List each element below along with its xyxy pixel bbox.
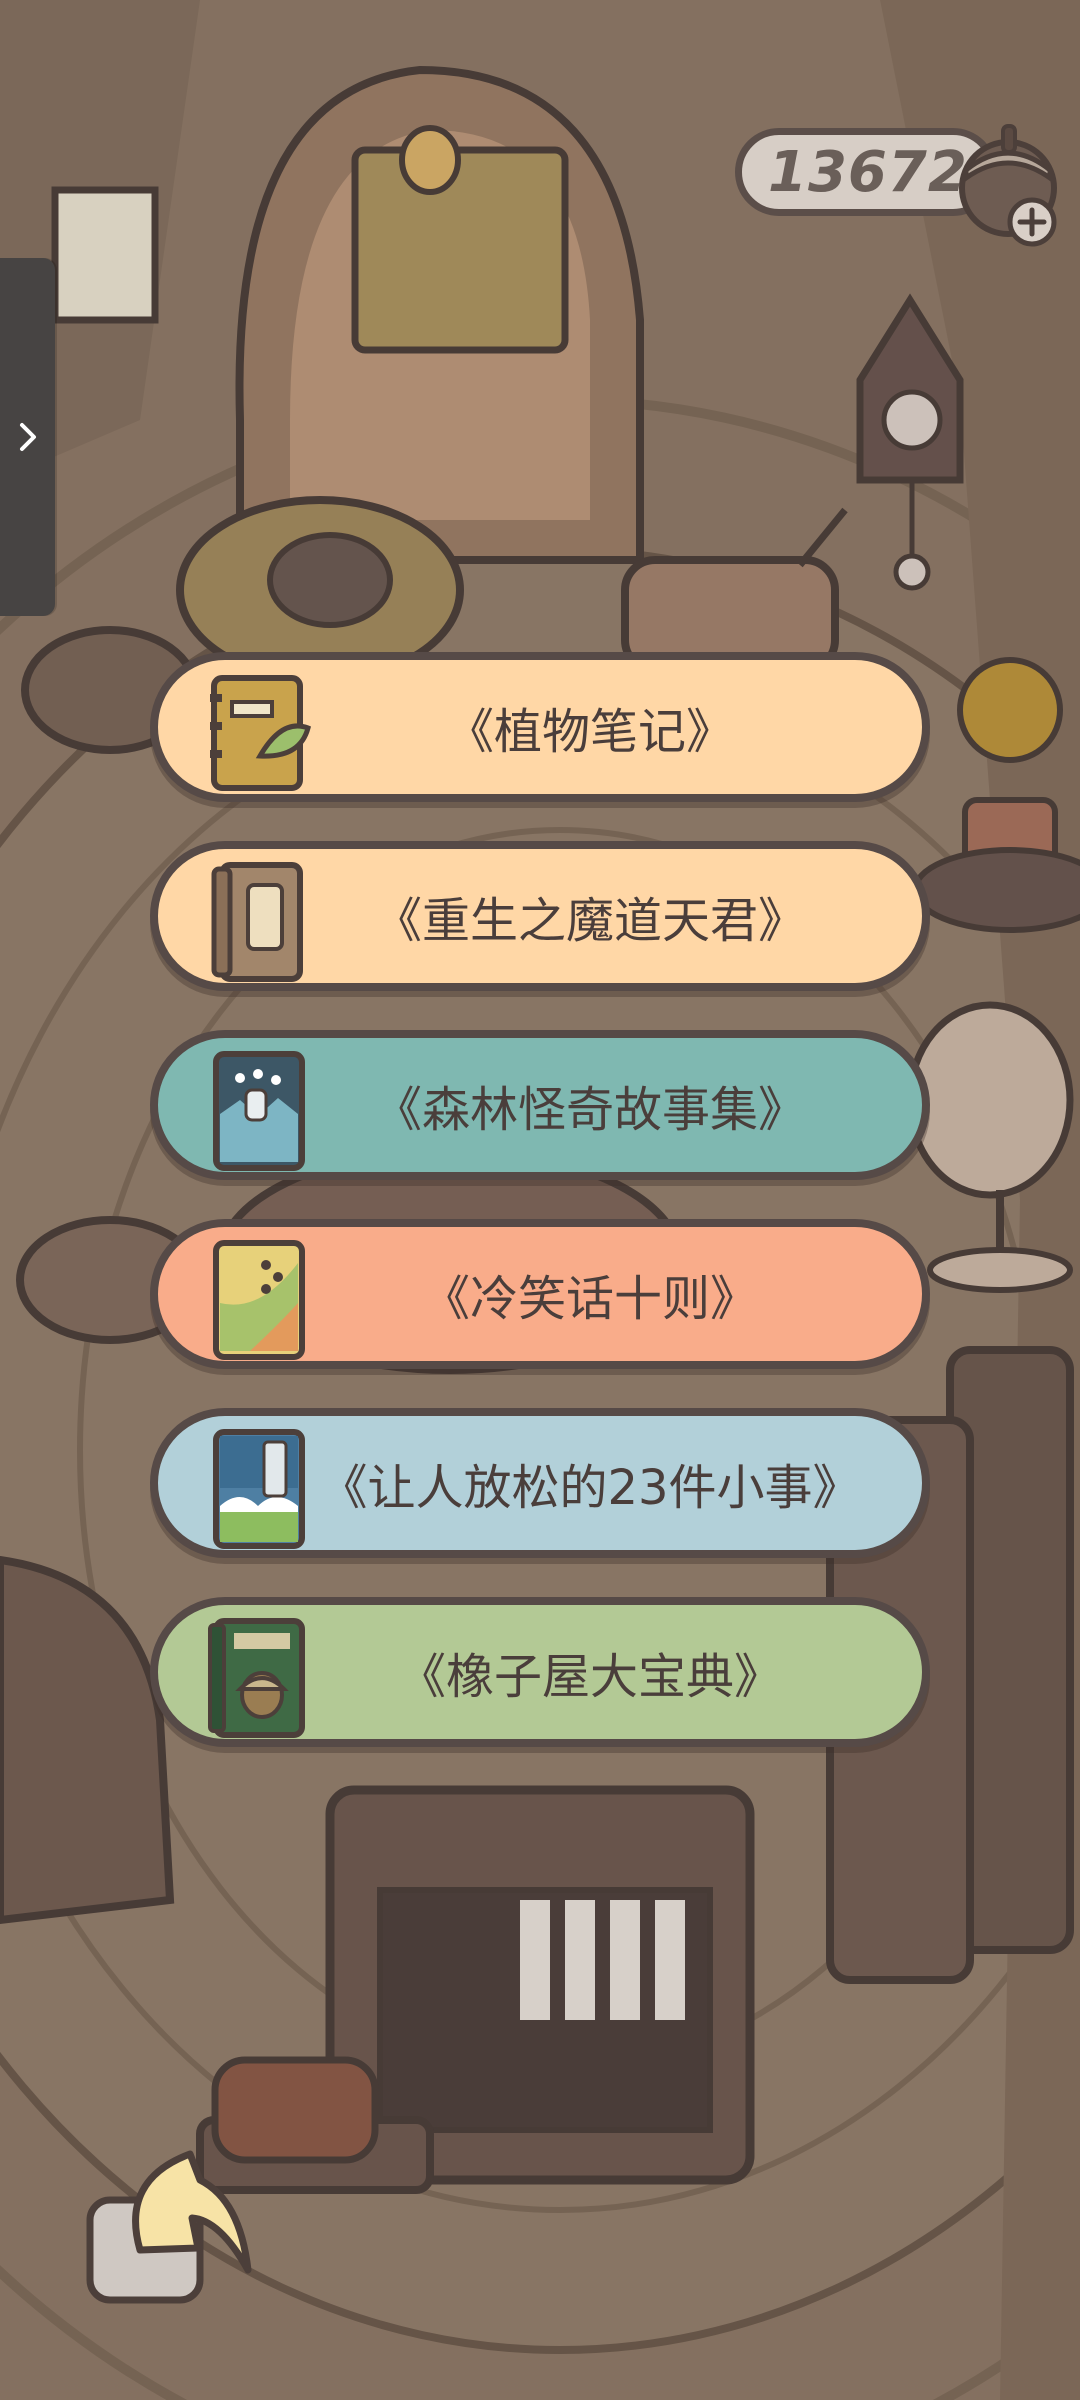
- jokes-book-icon: [213, 1240, 305, 1360]
- acorn-house-book-icon: [208, 1618, 305, 1738]
- back-arrow-icon[interactable]: [80, 2140, 270, 2310]
- book-title: 《植物笔记》: [445, 704, 734, 760]
- book-item-forest-stories[interactable]: 《森林怪奇故事集》: [150, 1030, 930, 1180]
- book-item-cold-jokes[interactable]: 《冷笑话十则》: [150, 1219, 930, 1369]
- acorn-coin-icon[interactable]: [948, 108, 1068, 248]
- book-title: 《冷笑话十则》: [421, 1271, 758, 1327]
- book-title: 《森林怪奇故事集》: [373, 1082, 806, 1138]
- book-item-rebirth-lord[interactable]: 《重生之魔道天君》: [150, 841, 930, 991]
- book-item-relax-23-things[interactable]: 《让人放松的23件小事》: [150, 1408, 930, 1558]
- book-item-acorn-house-guide[interactable]: 《橡子屋大宝典》: [150, 1597, 930, 1747]
- chevron-right-icon: [19, 423, 36, 451]
- side-drawer-toggle[interactable]: [0, 258, 55, 616]
- relax-book-icon: [213, 1429, 305, 1549]
- book-title: 《重生之魔道天君》: [373, 893, 806, 949]
- brown-book-icon: [211, 862, 303, 982]
- book-title: 《橡子屋大宝典》: [397, 1649, 782, 1705]
- plant-notebook-icon: [210, 675, 311, 791]
- book-item-plant-notes[interactable]: 《植物笔记》: [150, 652, 930, 802]
- forest-stories-book-icon: [213, 1051, 305, 1171]
- book-list: 《植物笔记》 《重生之魔道天君》 《森林怪奇故事集》 《冷笑话十则》 《让人放松…: [150, 652, 930, 1786]
